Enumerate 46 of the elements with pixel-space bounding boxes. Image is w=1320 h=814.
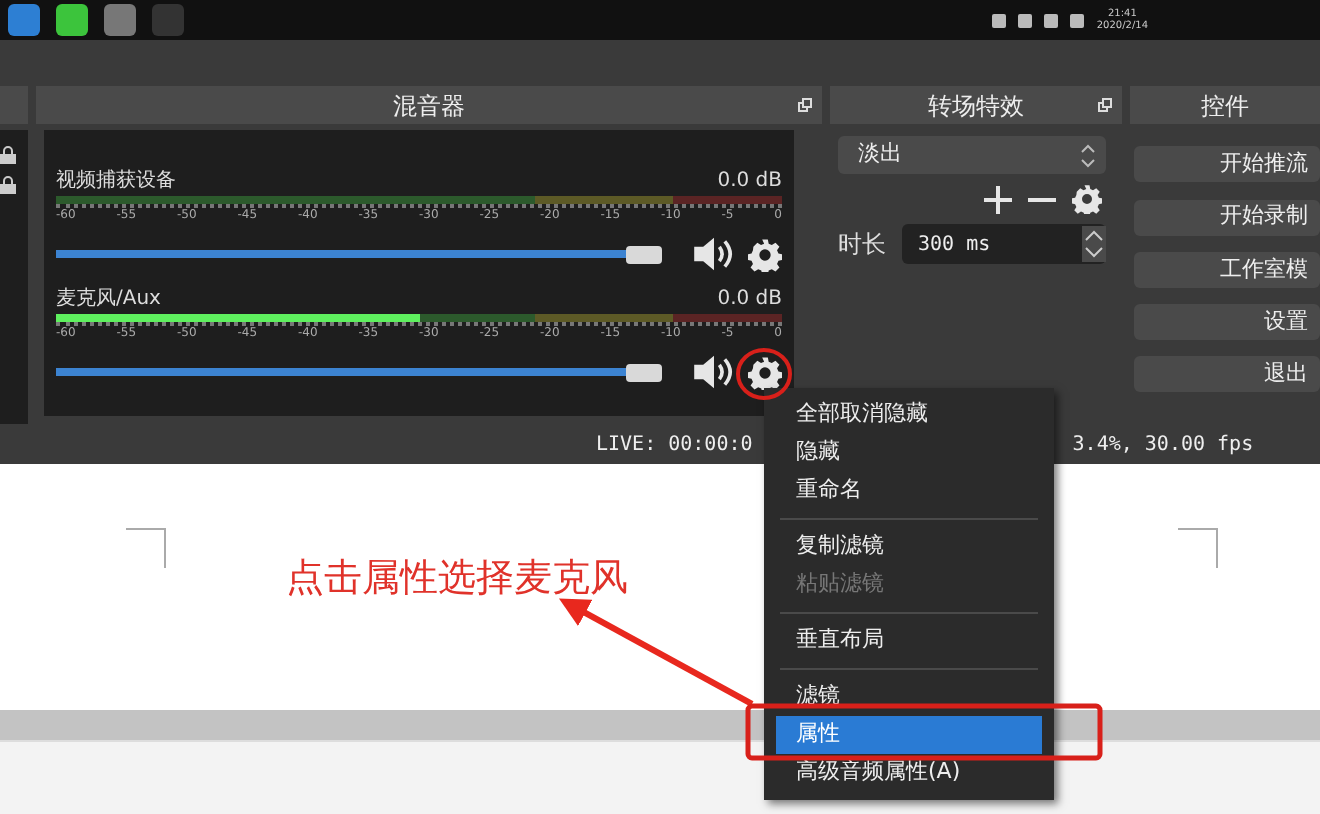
duration-field[interactable]: 300 ms [902, 224, 1106, 264]
control-button[interactable]: 开始录制 [1134, 199, 1320, 235]
performance-stats: 3.4%, 30.00 fps [1072, 431, 1254, 459]
corner-mark [1178, 528, 1218, 568]
speaker-icon[interactable] [692, 354, 736, 390]
channel-name: 视频捕获设备 [56, 170, 176, 194]
menu-item[interactable]: 垂直布局 [764, 622, 1054, 660]
live-timer: LIVE: 00:00:0 [596, 431, 753, 459]
undock-icon[interactable] [798, 98, 812, 112]
transition-dropdown[interactable]: 淡出 [838, 136, 1106, 174]
corner-mark [126, 528, 166, 568]
menu-item[interactable]: 重命名 [764, 472, 1054, 510]
dock-title: 转场特效 [928, 89, 1024, 123]
menu-item[interactable]: 属性 [776, 716, 1042, 754]
undock-icon[interactable] [1098, 98, 1112, 112]
taskbar-app-icon[interactable] [8, 4, 40, 36]
control-button[interactable]: 工作室模 [1134, 251, 1320, 288]
spin-arrows-icon[interactable] [1082, 226, 1106, 262]
taskbar-app-icon[interactable] [104, 4, 136, 36]
volume-reading: 0.0 dB [717, 288, 782, 312]
control-button[interactable]: 开始推流 [1134, 146, 1320, 183]
control-button[interactable]: 设置 [1134, 304, 1320, 340]
volume-slider[interactable] [56, 250, 662, 258]
menu-item[interactable]: 全部取消隐藏 [764, 396, 1054, 434]
menu-item[interactable]: 滤镜 [764, 678, 1054, 716]
duration-label: 时长 [838, 228, 886, 262]
dock-title: 混音器 [393, 89, 465, 123]
speaker-icon[interactable] [692, 236, 736, 272]
menu-item[interactable]: 高级音频属性(A) [764, 754, 1054, 792]
lock-icon[interactable] [0, 146, 16, 164]
volume-reading: 0.0 dB [717, 170, 782, 194]
menu-item[interactable]: 隐藏 [764, 434, 1054, 472]
highlight-circle [736, 348, 792, 400]
annotation-text: 点击属性选择麦克风 [286, 554, 628, 604]
settings-icon[interactable] [1072, 184, 1102, 214]
settings-icon[interactable] [748, 237, 782, 271]
lock-icon[interactable] [0, 176, 16, 194]
chevron-up-down-icon [1080, 143, 1096, 167]
menu-item[interactable]: 复制滤镜 [764, 528, 1054, 566]
volume-slider[interactable] [56, 368, 662, 376]
channel-name: 麦克风/Aux [56, 288, 161, 312]
taskbar-app-icon[interactable] [56, 4, 88, 36]
control-button[interactable]: 退出 [1134, 356, 1320, 393]
dock-title: 控件 [1201, 89, 1249, 123]
plus-icon[interactable] [984, 185, 1012, 213]
settings-icon[interactable] [748, 355, 782, 389]
